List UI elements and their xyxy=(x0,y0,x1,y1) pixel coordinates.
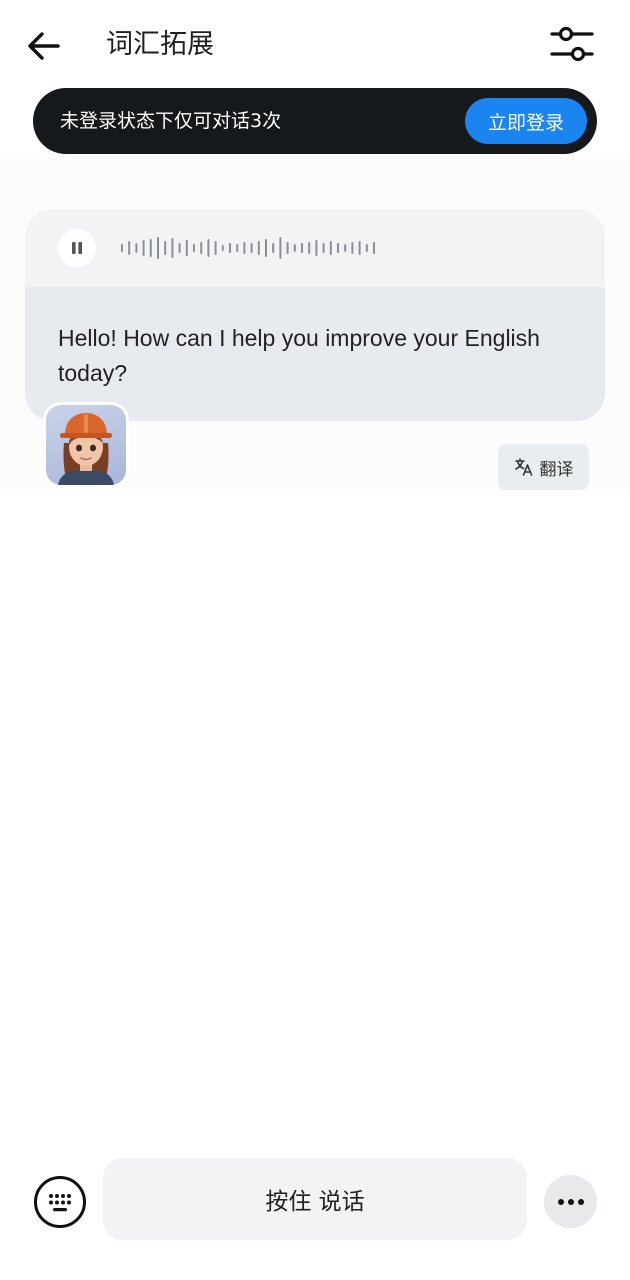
waveform-bar xyxy=(272,243,275,253)
sliders-icon xyxy=(550,26,594,62)
waveform-bar xyxy=(193,244,195,252)
login-banner: 未登录状态下仅可对话3次 立即登录 xyxy=(33,88,597,154)
keyboard-toggle-button[interactable] xyxy=(33,1175,87,1229)
waveform-bar xyxy=(236,244,239,252)
more-button[interactable] xyxy=(544,1175,597,1228)
waveform-bar xyxy=(128,241,131,255)
audio-waveform xyxy=(121,237,375,259)
waveform-bar xyxy=(337,243,339,253)
waveform-bar xyxy=(121,244,123,252)
arrow-left-icon xyxy=(28,32,60,60)
waveform-bar xyxy=(229,243,231,253)
audio-player xyxy=(25,209,605,287)
waveform-bar xyxy=(329,241,332,255)
pause-button[interactable] xyxy=(58,229,96,267)
waveform-bar xyxy=(365,244,368,252)
waveform-bar xyxy=(200,242,203,254)
waveform-bar xyxy=(279,237,282,259)
waveform-bar xyxy=(221,245,224,251)
waveform-bar xyxy=(250,243,253,253)
pause-icon xyxy=(72,242,82,254)
hold-to-talk-button[interactable]: 按住 说话 xyxy=(103,1158,527,1240)
chat-area: Hello! How can I help you improve your E… xyxy=(0,154,630,490)
page-title: 词汇拓展 xyxy=(106,29,214,60)
waveform-bar xyxy=(157,237,159,259)
waveform-bar xyxy=(142,240,145,256)
waveform-bar xyxy=(286,242,289,254)
waveform-bar xyxy=(308,242,311,254)
waveform-bar xyxy=(358,241,361,255)
settings-button[interactable] xyxy=(548,22,596,66)
waveform-bar xyxy=(149,239,152,257)
banner-text: 未登录状态下仅可对话3次 xyxy=(60,110,282,132)
waveform-bar xyxy=(301,243,303,253)
translate-button[interactable]: 翻译 xyxy=(498,444,589,490)
waveform-bar xyxy=(135,243,138,253)
header: 词汇拓展 xyxy=(0,0,630,88)
waveform-bar xyxy=(265,239,267,257)
waveform-bar xyxy=(351,242,354,254)
assistant-avatar-image xyxy=(58,413,114,485)
keyboard-icon xyxy=(34,1176,86,1228)
login-button[interactable]: 立即登录 xyxy=(465,98,587,144)
message-bubble: Hello! How can I help you improve your E… xyxy=(25,209,605,421)
waveform-bar xyxy=(293,244,296,252)
waveform-bar xyxy=(171,238,174,258)
waveform-bar xyxy=(207,239,210,257)
waveform-bar xyxy=(257,241,260,255)
waveform-bar xyxy=(373,242,375,254)
chat-screen: 词汇拓展 未登录状态下仅可对话3次 立即登录 Hello! How can I … xyxy=(0,0,630,1280)
waveform-bar xyxy=(214,241,217,255)
message-text: Hello! How can I help you improve your E… xyxy=(58,325,540,386)
back-button[interactable] xyxy=(22,24,66,68)
waveform-bar xyxy=(243,242,246,254)
waveform-bar xyxy=(315,240,318,256)
more-dots-icon xyxy=(557,1198,584,1205)
waveform-bar xyxy=(164,241,167,255)
avatar xyxy=(43,402,129,488)
translate-icon xyxy=(514,458,532,476)
waveform-bar xyxy=(344,244,347,252)
waveform-bar xyxy=(185,240,188,256)
waveform-bar xyxy=(178,243,181,253)
waveform-bar xyxy=(322,243,325,253)
translate-label: 翻译 xyxy=(539,459,574,480)
